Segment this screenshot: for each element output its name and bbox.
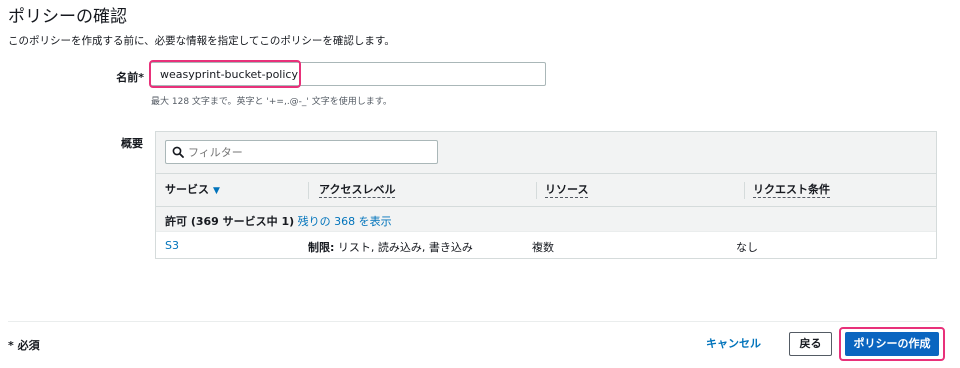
column-divider	[536, 182, 537, 199]
summary-label: 概要	[121, 137, 143, 150]
filter-bar	[156, 132, 936, 174]
filter-field[interactable]	[165, 140, 438, 164]
column-divider	[308, 182, 309, 199]
column-header-label: リクエスト条件	[753, 183, 830, 198]
access-level-cell: 制限: リスト, 読み込み, 書き込み	[308, 239, 473, 255]
column-header-access-level[interactable]: アクセスレベル	[319, 174, 396, 206]
condition-cell: なし	[736, 241, 758, 254]
name-field	[150, 62, 546, 86]
table-header: サービス ▼ アクセスレベル リソース リクエスト条件	[156, 174, 936, 207]
column-header-request-condition[interactable]: リクエスト条件	[753, 174, 830, 206]
footer-divider	[8, 321, 944, 322]
column-header-resource[interactable]: リソース	[545, 174, 589, 206]
group-summary: 許可 (369 サービス中 1)	[165, 215, 295, 228]
required-note: * 必須	[8, 339, 40, 352]
search-icon	[172, 146, 184, 158]
column-header-label: サービス	[165, 183, 209, 196]
page-title: ポリシーの確認	[8, 7, 127, 27]
name-hint: 最大 128 文字まで。英字と '+=,.@-_' 文字を使用します。	[151, 97, 392, 107]
column-header-label: リソース	[545, 183, 589, 198]
policy-name-input[interactable]	[151, 63, 545, 85]
caret-down-icon[interactable]: ▼	[213, 186, 220, 196]
cancel-button[interactable]: キャンセル	[702, 334, 765, 354]
show-remaining-link[interactable]: 残りの 368 を表示	[298, 215, 392, 228]
column-header-service[interactable]: サービス ▼	[165, 174, 220, 206]
access-level-value: リスト, 読み込み, 書き込み	[334, 241, 473, 254]
column-header-label: アクセスレベル	[319, 183, 396, 198]
create-policy-button[interactable]: ポリシーの作成	[845, 332, 939, 356]
access-level-prefix: 制限:	[308, 241, 335, 254]
table-row: S3 制限: リスト, 読み込み, 書き込み 複数 なし	[156, 232, 936, 259]
filter-input[interactable]	[186, 141, 428, 163]
back-button[interactable]: 戻る	[789, 332, 832, 356]
summary-table: サービス ▼ アクセスレベル リソース リクエスト条件 許可 (369 サービス中…	[155, 131, 937, 259]
name-label: 名前*	[116, 71, 144, 84]
group-row-allow: 許可 (369 サービス中 1) 残りの 368 を表示	[156, 207, 936, 232]
resource-cell: 複数	[532, 241, 554, 254]
service-link[interactable]: S3	[165, 239, 179, 252]
page-subtitle: このポリシーを作成する前に、必要な情報を指定してこのポリシーを確認します。	[8, 35, 395, 47]
column-divider	[744, 182, 745, 199]
